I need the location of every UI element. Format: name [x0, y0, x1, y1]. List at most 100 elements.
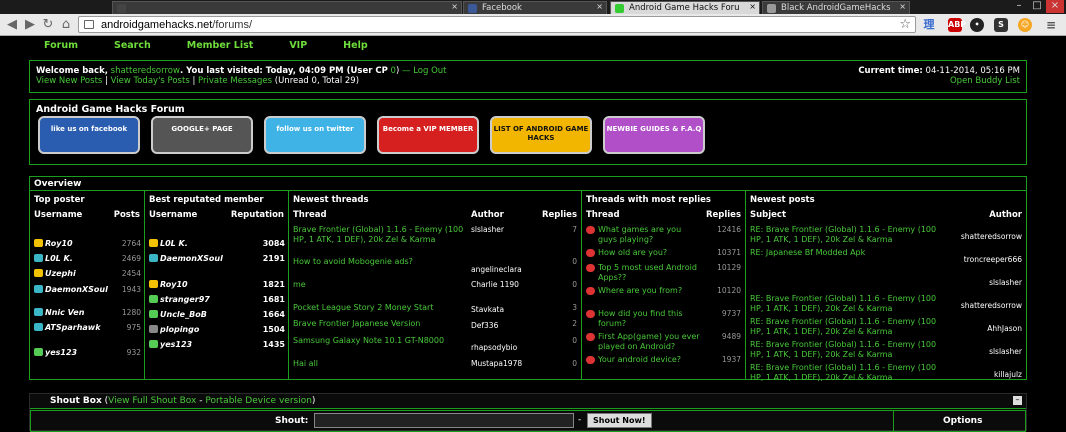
collapse-icon[interactable]: –: [1013, 396, 1022, 405]
twitter-banner[interactable]: follow us on twitter: [264, 116, 366, 154]
back-icon[interactable]: ◀: [4, 17, 20, 33]
browser-tab-facebook[interactable]: Facebook ×: [463, 1, 607, 14]
address-bar[interactable]: androidgamehacks.net/forums/ ☆: [78, 16, 916, 33]
extension-translate-icon[interactable]: 理: [922, 18, 936, 32]
post-subject-link[interactable]: RE: Brave Frontier (Global) 1.1.6 - Enem…: [750, 317, 938, 337]
author-link[interactable]: Stavkata: [471, 305, 541, 314]
username-link[interactable]: DaemonXSoul: [45, 285, 108, 294]
post-subject-link[interactable]: RE: Brave Frontier (Global) 1.1.6 - Enem…: [750, 340, 938, 360]
username-link[interactable]: L0L K.: [160, 239, 188, 248]
nav-help[interactable]: Help: [343, 40, 367, 54]
full-shoutbox-link[interactable]: View Full Shout Box: [108, 396, 196, 406]
username-link[interactable]: DaemonXSoul: [160, 254, 223, 263]
reload-icon[interactable]: ↻: [40, 17, 56, 33]
close-icon[interactable]: ×: [451, 2, 458, 11]
view-todays-posts-link[interactable]: View Today's Posts: [111, 76, 190, 86]
author-link[interactable]: slslasher: [989, 347, 1022, 356]
author-link[interactable]: troncreeper666: [964, 255, 1022, 264]
username-link[interactable]: yes123: [45, 348, 77, 357]
username-link[interactable]: Uncle_BoB: [160, 310, 207, 319]
author-link[interactable]: angelineclara: [471, 265, 541, 274]
username-link[interactable]: shatteredsorrow: [111, 66, 180, 76]
reply-count: 12416: [717, 225, 741, 234]
googleplus-banner[interactable]: GOOGLE+ PAGE: [151, 116, 253, 154]
username-link[interactable]: yes123: [160, 340, 192, 349]
menu-icon[interactable]: ≡: [1044, 18, 1058, 32]
vip-banner[interactable]: Become a VIP MEMBER: [377, 116, 479, 154]
username-link[interactable]: Roy10: [160, 280, 188, 289]
author-link[interactable]: Mustapa1978: [471, 359, 541, 368]
private-messages-link[interactable]: Private Messages: [198, 76, 272, 86]
author-link[interactable]: shatteredsorrow: [961, 301, 1022, 310]
thread-link[interactable]: Top 5 most used Android Apps??: [598, 263, 702, 283]
browser-tab-1[interactable]: ×: [112, 1, 462, 14]
browser-tab-agh-forum[interactable]: Android Game Hacks Foru ×: [610, 1, 760, 14]
author-link[interactable]: Charlie 1190: [471, 280, 541, 289]
user-row: DaemonXSoul 1943: [34, 285, 141, 295]
close-icon[interactable]: ×: [899, 2, 906, 11]
post-subject-link[interactable]: RE: Japanese Bf Modded Apk: [750, 248, 938, 258]
game-hacks-banner[interactable]: LIST OF ANDROID GAME HACKS: [490, 116, 592, 154]
username-link[interactable]: ATSparhawk: [45, 323, 101, 332]
thread-link[interactable]: How old are you?: [598, 248, 702, 258]
shout-input[interactable]: [314, 413, 574, 428]
extension-icon[interactable]: •: [970, 18, 984, 32]
facebook-banner[interactable]: like us on facebook: [38, 116, 140, 154]
nav-search[interactable]: Search: [114, 40, 151, 54]
nav-forum[interactable]: Forum: [44, 40, 78, 54]
author-link[interactable]: shatteredsorrow: [961, 232, 1022, 241]
thread-link[interactable]: Pocket League Story 2 Money Start: [293, 303, 468, 313]
buddy-list-link[interactable]: Open Buddy List: [950, 76, 1020, 86]
author-link[interactable]: Def336: [471, 321, 541, 330]
options-label[interactable]: Options: [943, 416, 982, 426]
close-window-icon[interactable]: ×: [1046, 0, 1064, 13]
username-link[interactable]: Nnic Ven: [45, 308, 84, 317]
thread-link[interactable]: First App(game) you ever played on Andro…: [598, 332, 702, 352]
post-subject-link[interactable]: RE: Brave Frontier (Global) 1.1.6 - Enem…: [750, 225, 938, 245]
author-link[interactable]: slslasher: [471, 225, 541, 234]
author-link[interactable]: AhhJason: [987, 324, 1022, 333]
minimize-icon[interactable]: –: [1010, 0, 1028, 13]
thread-link[interactable]: Where are you from?: [598, 286, 702, 296]
username-link[interactable]: Uzephi: [45, 269, 76, 278]
username-link[interactable]: L0L K.: [45, 254, 73, 263]
username-link[interactable]: Roy10: [45, 239, 73, 248]
extension-face-icon[interactable]: ☺: [1018, 18, 1032, 32]
username-link[interactable]: plopingo: [160, 325, 199, 334]
adblock-icon[interactable]: ABP: [948, 18, 966, 32]
author-link[interactable]: slslasher: [989, 278, 1022, 287]
forward-icon[interactable]: ▶: [22, 17, 38, 33]
maximize-icon[interactable]: □: [1028, 0, 1046, 13]
portable-version-link[interactable]: Portable Device version: [205, 396, 312, 406]
thread-link[interactable]: Brave Frontier (Global) 1.1.6 - Enemy (1…: [293, 225, 468, 245]
thread-link[interactable]: How to avoid Mobogenie ads?: [293, 257, 468, 267]
thread-link[interactable]: me: [293, 280, 468, 290]
user-cp-link[interactable]: User CP: [350, 66, 387, 76]
column-title: Newest threads: [293, 195, 369, 205]
nav-member-list[interactable]: Member List: [187, 40, 254, 54]
post-subject-link[interactable]: RE: Brave Frontier (Global) 1.1.6 - Enem…: [750, 363, 938, 383]
thread-link[interactable]: What games are you guys playing?: [598, 225, 702, 245]
column-header: Author: [989, 210, 1022, 220]
browser-tab-black-agh[interactable]: Black AndroidGameHacks ×: [762, 1, 910, 14]
extension-s-icon[interactable]: S: [994, 18, 1008, 32]
home-icon[interactable]: ⌂: [58, 17, 74, 33]
newbie-guide-banner[interactable]: NEWBIE GUIDES & F.A.Q: [603, 116, 705, 154]
shout-now-button[interactable]: Shout Now!: [587, 413, 652, 428]
author-link[interactable]: killajulz: [994, 370, 1022, 379]
author-link[interactable]: rhapsodybio: [471, 343, 541, 352]
logout-link[interactable]: Log Out: [413, 66, 446, 76]
thread-link[interactable]: Hai all: [293, 359, 468, 369]
close-icon[interactable]: ×: [749, 2, 756, 11]
thread-link[interactable]: How did you find this forum?: [598, 309, 702, 329]
nav-vip[interactable]: VIP: [289, 40, 307, 54]
view-new-posts-link[interactable]: View New Posts: [36, 76, 102, 86]
thread-link[interactable]: Brave Frontier Japanese Version: [293, 319, 468, 329]
username-link[interactable]: stranger97: [160, 295, 210, 304]
reputation-value: 1504: [262, 325, 285, 334]
thread-link[interactable]: Samsung Galaxy Note 10.1 GT-N8000: [293, 336, 468, 346]
post-subject-link[interactable]: RE: Brave Frontier (Global) 1.1.6 - Enem…: [750, 294, 938, 314]
close-icon[interactable]: ×: [596, 2, 603, 11]
bookmark-star-icon[interactable]: ☆: [899, 17, 911, 32]
thread-link[interactable]: Your android device?: [598, 355, 702, 365]
